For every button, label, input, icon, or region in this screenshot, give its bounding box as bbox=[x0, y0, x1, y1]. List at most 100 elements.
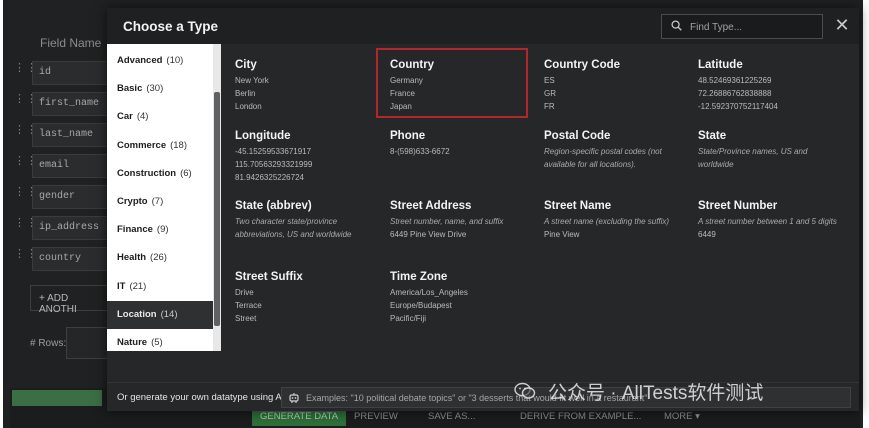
category-item-construction[interactable]: Construction (6) bbox=[107, 160, 213, 188]
type-name: Longitude bbox=[235, 130, 291, 142]
rows-label: # Rows: bbox=[30, 338, 67, 349]
category-count: (4) bbox=[136, 111, 149, 122]
category-count: (5) bbox=[151, 337, 163, 348]
field-name-input[interactable]: id bbox=[32, 61, 117, 85]
type-example: GR bbox=[544, 89, 556, 98]
type-description: Region-specific postal codes (not bbox=[544, 147, 662, 156]
type-example: Drive bbox=[235, 288, 254, 297]
field-name-input[interactable]: last_name bbox=[32, 123, 117, 147]
type-example: FR bbox=[544, 102, 555, 111]
category-name: Car bbox=[117, 111, 133, 122]
category-item-location[interactable]: Location (14) bbox=[107, 301, 213, 329]
field-name-input[interactable]: ip_address bbox=[32, 216, 117, 240]
category-count: (14) bbox=[160, 309, 178, 320]
drag-handle-icon[interactable]: ⋮⋮ bbox=[14, 156, 37, 172]
type-example: Terrace bbox=[235, 301, 262, 310]
rows-input[interactable] bbox=[66, 327, 111, 359]
type-name: Street Suffix bbox=[235, 271, 303, 283]
sidebar-scrollbar-thumb[interactable] bbox=[214, 92, 220, 326]
add-another-button[interactable]: + ADD ANOTHI bbox=[30, 285, 112, 315]
type-name: State (abbrev) bbox=[235, 200, 312, 212]
type-card-country-code[interactable]: Country Code ES GR FR bbox=[532, 50, 684, 120]
category-item-nature[interactable]: Nature (5) bbox=[107, 329, 213, 351]
drag-handle-icon[interactable]: ⋮⋮ bbox=[14, 94, 37, 110]
type-card-time-zone[interactable]: Time Zone America/Los_Angeles Europe/Budap… bbox=[378, 262, 530, 332]
drag-handle-icon[interactable]: ⋮⋮ bbox=[14, 125, 37, 141]
type-card-street-suffix[interactable]: Street Suffix Drive Terrace Street bbox=[223, 262, 375, 332]
search-icon bbox=[671, 20, 682, 31]
type-description: A street number between 1 and 5 digits bbox=[698, 217, 837, 226]
category-item-advanced[interactable]: Advanced (10) bbox=[107, 47, 213, 75]
field-name-input[interactable]: gender bbox=[32, 185, 117, 209]
category-item-commerce[interactable]: Commerce (18) bbox=[107, 132, 213, 160]
type-card-city[interactable]: City New York Berlin London bbox=[223, 50, 375, 120]
category-name: Construction bbox=[117, 168, 177, 179]
type-name: Phone bbox=[390, 130, 426, 142]
type-card-postal-code[interactable]: Postal Code Region-specific postal codes … bbox=[532, 121, 684, 191]
drag-handle-icon[interactable]: ⋮⋮ bbox=[14, 249, 37, 265]
category-name: IT bbox=[117, 281, 126, 292]
ai-generate-label: Or generate your own datatype using AI: bbox=[117, 392, 288, 403]
category-item-finance[interactable]: Finance (9) bbox=[107, 216, 213, 244]
type-description: Street number, name, and suffix bbox=[390, 217, 504, 226]
field-row: ⋮⋮ last_name bbox=[10, 123, 117, 147]
bottom-left-chip[interactable] bbox=[12, 390, 102, 406]
type-example: New York bbox=[235, 76, 269, 85]
find-type-input[interactable] bbox=[690, 18, 818, 36]
category-name: Nature bbox=[117, 337, 148, 348]
type-example: 81.9426325226724 bbox=[235, 173, 304, 182]
category-count: (21) bbox=[129, 281, 147, 292]
type-name: City bbox=[235, 59, 257, 71]
type-example: Europe/Budapest bbox=[390, 301, 452, 310]
type-example: Germany bbox=[390, 76, 423, 85]
type-example: -12.592370752117404 bbox=[698, 102, 778, 111]
wechat-logo-icon bbox=[514, 382, 536, 399]
type-name: Street Name bbox=[544, 200, 612, 212]
type-example: Japan bbox=[390, 102, 412, 111]
type-example: -45.15259533671917 bbox=[235, 147, 312, 156]
modal-header: Choose a Type ✕ bbox=[107, 8, 859, 44]
field-row: ⋮⋮ email bbox=[10, 154, 117, 178]
type-card-longitude[interactable]: Longitude -45.15259533671917 115.705632933… bbox=[223, 121, 375, 191]
field-name-header: Field Name bbox=[40, 36, 102, 50]
type-description: worldwide bbox=[698, 160, 734, 169]
type-name: State bbox=[698, 130, 727, 142]
type-name: Time Zone bbox=[390, 271, 448, 283]
type-card-street-name[interactable]: Street Name A street name (excluding the … bbox=[532, 191, 684, 261]
field-row: ⋮⋮ id bbox=[10, 61, 117, 85]
category-item-car[interactable]: Car (4) bbox=[107, 103, 213, 131]
type-example: Berlin bbox=[235, 89, 256, 98]
drag-handle-icon[interactable]: ⋮⋮ bbox=[14, 187, 37, 203]
type-card-state[interactable]: State State/Province names, US and worldwi… bbox=[686, 121, 838, 191]
type-description: State/Province names, US and bbox=[698, 147, 808, 156]
robot-icon bbox=[289, 393, 299, 403]
drag-handle-icon[interactable]: ⋮⋮ bbox=[14, 63, 37, 79]
category-item-it[interactable]: IT (21) bbox=[107, 273, 213, 301]
type-example: Street bbox=[235, 314, 257, 323]
type-card-phone[interactable]: Phone 8-(598)633-6672 bbox=[378, 121, 530, 191]
type-card-state-abbrev[interactable]: State (abbrev) Two character state/provin… bbox=[223, 191, 375, 261]
type-description: A street name (excluding the suffix) bbox=[544, 217, 670, 226]
category-item-health[interactable]: Health (26) bbox=[107, 244, 213, 272]
type-card-street-number[interactable]: Street Number A street number between 1 a… bbox=[686, 191, 838, 261]
drag-handle-icon[interactable]: ⋮⋮ bbox=[14, 218, 37, 234]
category-name: Health bbox=[117, 252, 147, 263]
category-item-crypto[interactable]: Crypto (7) bbox=[107, 188, 213, 216]
field-name-input[interactable]: country bbox=[32, 247, 117, 271]
close-icon[interactable]: ✕ bbox=[834, 16, 850, 34]
find-type-box[interactable] bbox=[661, 14, 823, 39]
field-name-input[interactable]: first_name bbox=[32, 92, 117, 116]
field-name-input[interactable]: email bbox=[32, 154, 117, 178]
category-item-basic[interactable]: Basic (30) bbox=[107, 75, 213, 103]
category-count: (18) bbox=[170, 140, 188, 151]
type-card-latitude[interactable]: Latitude 48.52469361225269 72.268867628388… bbox=[686, 50, 838, 120]
type-card-country[interactable]: Country Germany France Japan bbox=[376, 48, 528, 118]
category-count: (7) bbox=[151, 196, 164, 207]
type-example: London bbox=[235, 102, 262, 111]
type-description: available for all locations). bbox=[544, 160, 637, 169]
type-example: Pacific/Fiji bbox=[390, 314, 427, 323]
category-count: (30) bbox=[146, 83, 164, 94]
category-name: Commerce bbox=[117, 140, 167, 151]
type-example: France bbox=[390, 89, 415, 98]
type-card-street-address[interactable]: Street Address Street number, name, and s… bbox=[378, 191, 530, 261]
